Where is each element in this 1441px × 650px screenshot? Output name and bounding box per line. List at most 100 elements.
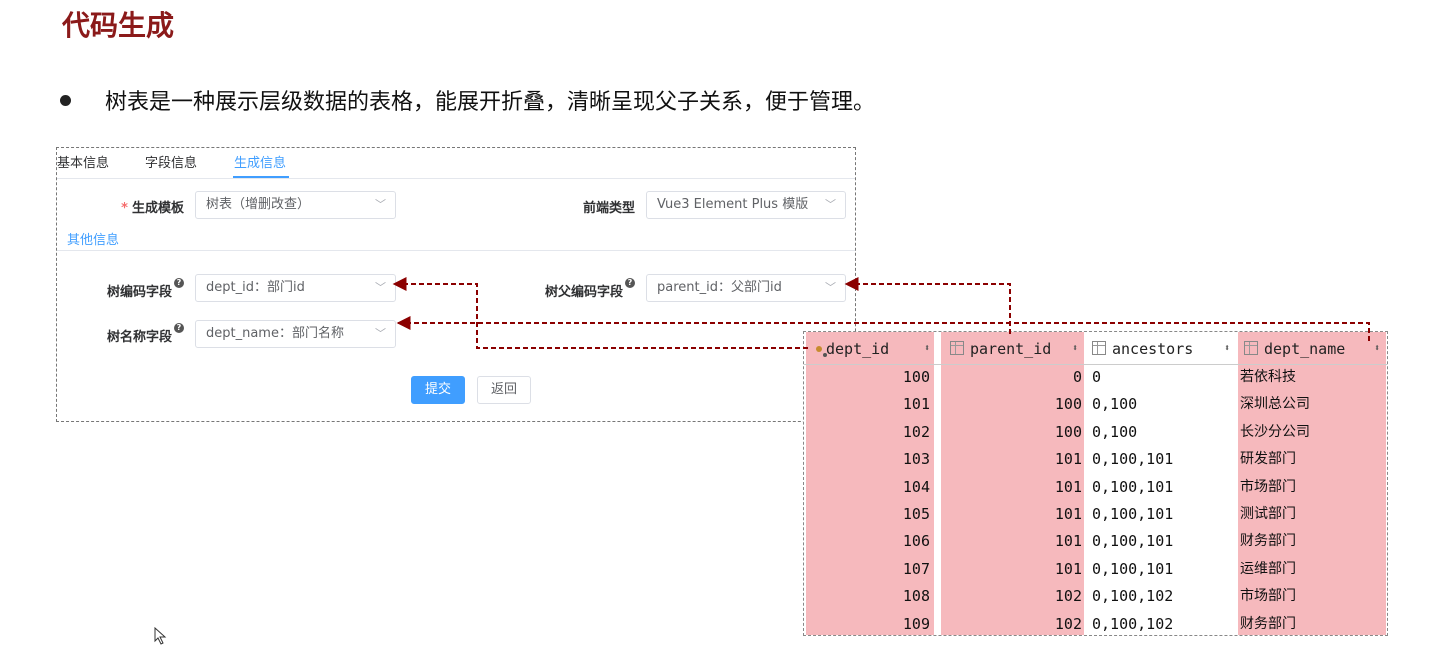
cell-dept-name[interactable]: 财务部门 <box>1240 528 1384 555</box>
sort-icon[interactable]: ⬍ <box>1072 336 1078 362</box>
tree-parent-select[interactable]: parent_id：父部门id ﹀ <box>646 274 846 302</box>
cell-ancestors[interactable]: 0,100,101 <box>1092 556 1236 583</box>
cell-dept-id[interactable]: 103 <box>808 446 930 473</box>
column-header-dept-id[interactable]: dept_id ⬍ <box>816 336 934 362</box>
template-label-text: 生成模板 <box>131 201 184 216</box>
cell-parent-id[interactable]: 102 <box>944 583 1082 610</box>
cell-dept-id[interactable]: 108 <box>808 583 930 610</box>
active-tab-indicator <box>233 176 289 178</box>
chevron-down-icon: ﹀ <box>375 198 386 211</box>
tree-parent-label-text: 树父编码字段 <box>544 285 623 300</box>
cell-dept-id[interactable]: 107 <box>808 556 930 583</box>
submit-button[interactable]: 提交 <box>411 376 465 404</box>
cell-dept-name[interactable]: 测试部门 <box>1240 501 1384 528</box>
cell-parent-id[interactable]: 101 <box>944 446 1082 473</box>
other-info-section-title: 其他信息 <box>67 233 120 248</box>
dept-data-table: dept_id ⬍ parent_id ⬍ ancestors ⬍ dept_name… <box>803 331 1388 636</box>
cell-dept-name[interactable]: 财务部门 <box>1240 611 1384 635</box>
bullet-text: 树表是一种展示层级数据的表格，能展开折叠，清晰呈现父子关系，便于管理。 <box>105 90 876 115</box>
cell-ancestors[interactable]: 0,100,101 <box>1092 474 1236 501</box>
tree-name-select[interactable]: dept_name：部门名称 ﹀ <box>195 320 396 348</box>
cell-dept-name[interactable]: 若依科技 <box>1240 364 1384 391</box>
back-button[interactable]: 返回 <box>477 376 531 404</box>
template-label: * 生成模板 <box>121 197 184 216</box>
cell-parent-id[interactable]: 100 <box>944 391 1082 418</box>
template-select-value: 树表（增删改查） <box>206 197 311 212</box>
cell-dept-id[interactable]: 101 <box>808 391 930 418</box>
tree-code-label: 树编码字段? <box>106 278 184 300</box>
cell-ancestors[interactable]: 0,100,102 <box>1092 611 1236 635</box>
question-icon[interactable]: ? <box>174 323 184 333</box>
cell-dept-id[interactable]: 104 <box>808 474 930 501</box>
cell-dept-id[interactable]: 102 <box>808 419 930 446</box>
column-header-label: parent_id <box>970 340 1052 358</box>
column-header-label: dept_name <box>1264 340 1346 358</box>
tree-name-value: dept_name：部门名称 <box>206 326 344 341</box>
question-icon[interactable]: ? <box>174 278 184 288</box>
cell-dept-id[interactable]: 100 <box>808 364 930 391</box>
cell-dept-id[interactable]: 109 <box>808 611 930 635</box>
sort-icon[interactable]: ⬍ <box>1224 336 1230 362</box>
cell-dept-name[interactable]: 市场部门 <box>1240 583 1384 610</box>
tab-basic-info[interactable]: 基本信息 <box>57 152 109 171</box>
tab-field-info[interactable]: 字段信息 <box>145 152 197 171</box>
tree-code-select[interactable]: dept_id：部门id ﹀ <box>195 274 396 302</box>
cell-parent-id[interactable]: 100 <box>944 419 1082 446</box>
tree-code-value: dept_id：部门id <box>206 280 305 295</box>
question-icon[interactable]: ? <box>625 278 635 288</box>
parent-id-mapping-arrow <box>844 277 1011 334</box>
section-divider <box>57 250 855 251</box>
chevron-down-icon: ﹀ <box>375 327 386 340</box>
generator-form-panel: 基本信息 字段信息 生成信息 * 生成模板 树表（增删改查） ﹀ 前端类型 Vue… <box>56 147 856 422</box>
required-marker: * <box>121 201 128 216</box>
cell-ancestors[interactable]: 0,100,101 <box>1092 446 1236 473</box>
slide-title: 代码生成 <box>62 9 175 42</box>
cell-ancestors[interactable]: 0,100 <box>1092 419 1236 446</box>
tree-parent-value: parent_id：父部门id <box>657 280 782 295</box>
column-icon <box>1092 341 1106 355</box>
sort-icon[interactable]: ⬍ <box>1374 336 1380 362</box>
cell-parent-id[interactable]: 102 <box>944 611 1082 635</box>
cell-dept-name[interactable]: 长沙分公司 <box>1240 419 1384 446</box>
chevron-down-icon: ﹀ <box>825 281 836 294</box>
cell-ancestors[interactable]: 0,100,101 <box>1092 528 1236 555</box>
cell-ancestors[interactable]: 0,100,102 <box>1092 583 1236 610</box>
mouse-pointer-icon <box>154 627 167 645</box>
chevron-down-icon: ﹀ <box>375 281 386 294</box>
column-icon <box>1244 341 1258 355</box>
cell-dept-name[interactable]: 市场部门 <box>1240 474 1384 501</box>
cell-ancestors[interactable]: 0 <box>1092 364 1236 391</box>
cell-dept-name[interactable]: 运维部门 <box>1240 556 1384 583</box>
bullet-point: 树表是一种展示层级数据的表格，能展开折叠，清晰呈现父子关系，便于管理。 <box>60 84 875 116</box>
frontend-type-label: 前端类型 <box>582 201 635 216</box>
column-header-ancestors[interactable]: ancestors ⬍ <box>1092 336 1234 362</box>
bullet-dot-icon <box>60 94 71 106</box>
sort-icon[interactable]: ⬍ <box>924 336 930 362</box>
cell-parent-id[interactable]: 101 <box>944 501 1082 528</box>
cell-dept-id[interactable]: 105 <box>808 501 930 528</box>
tree-name-label: 树名称字段? <box>106 323 184 345</box>
cell-parent-id[interactable]: 101 <box>944 556 1082 583</box>
cell-ancestors[interactable]: 0,100,101 <box>1092 501 1236 528</box>
tree-name-label-text: 树名称字段 <box>106 330 172 345</box>
column-header-label: dept_id <box>826 340 890 358</box>
column-icon <box>950 341 964 355</box>
cell-parent-id[interactable]: 0 <box>944 364 1082 391</box>
tab-bar: 基本信息 字段信息 生成信息 <box>57 148 855 179</box>
chevron-down-icon: ﹀ <box>825 198 836 211</box>
template-select[interactable]: 树表（增删改查） ﹀ <box>195 191 396 219</box>
cell-parent-id[interactable]: 101 <box>944 474 1082 501</box>
cell-dept-name[interactable]: 深圳总公司 <box>1240 391 1384 418</box>
tab-generate-info[interactable]: 生成信息 <box>234 152 286 171</box>
column-header-dept-name[interactable]: dept_name ⬍ <box>1244 336 1384 362</box>
cell-parent-id[interactable]: 101 <box>944 528 1082 555</box>
tree-code-label-text: 树编码字段 <box>106 285 172 300</box>
primary-key-icon <box>816 346 822 352</box>
tree-parent-label: 树父编码字段? <box>544 278 635 300</box>
cell-dept-name[interactable]: 研发部门 <box>1240 446 1384 473</box>
cell-ancestors[interactable]: 0,100 <box>1092 391 1236 418</box>
column-header-label: ancestors <box>1112 340 1194 358</box>
column-header-parent-id[interactable]: parent_id ⬍ <box>950 336 1082 362</box>
cell-dept-id[interactable]: 106 <box>808 528 930 555</box>
frontend-type-select[interactable]: Vue3 Element Plus 模版 ﹀ <box>646 191 846 219</box>
